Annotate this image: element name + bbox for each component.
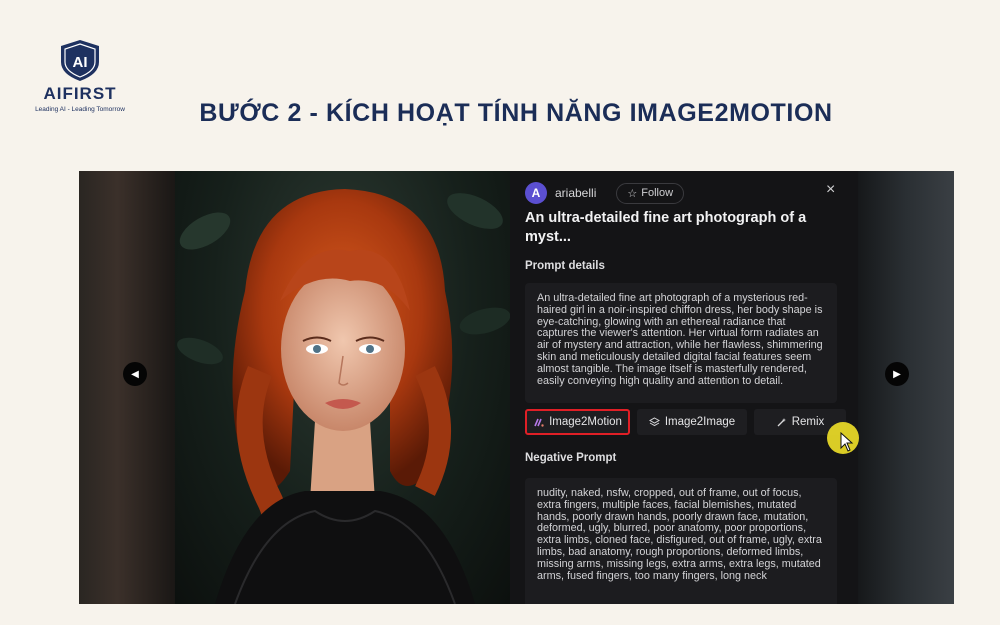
close-icon[interactable]: ×	[826, 181, 835, 199]
motion-icon	[534, 418, 544, 427]
prompt-title: An ultra-detailed fine art photograph of…	[525, 210, 807, 245]
remix-label: Remix	[791, 416, 825, 428]
author-row: A ariabelli ☆ Follow	[525, 182, 685, 204]
image2image-button[interactable]: Image2Image	[637, 409, 747, 435]
next-image-button[interactable]: ▶	[885, 362, 909, 386]
prompt-detail-sidebar: A ariabelli ☆ Follow × An ultra-detailed…	[510, 171, 859, 604]
prev-image-button[interactable]: ◀	[123, 362, 147, 386]
layers-icon	[648, 416, 660, 426]
star-icon: ☆	[627, 187, 638, 200]
image-viewer-panel: ◀ ▶ A ariabelli ☆ Follow × An ultra-deta…	[79, 171, 954, 604]
magic-wand-icon	[777, 417, 786, 426]
chevron-right-icon: ▶	[893, 368, 901, 380]
follow-label: Follow	[641, 187, 674, 199]
author-username[interactable]: ariabelli	[555, 186, 596, 200]
mouse-pointer-icon	[840, 432, 854, 452]
chevron-left-icon: ◀	[131, 368, 139, 380]
negative-prompt-label: Negative Prompt	[525, 452, 617, 464]
shield-logo-icon: AI	[61, 40, 99, 81]
prompt-details-label: Prompt details	[525, 260, 605, 272]
image2motion-label: Image2Motion	[549, 416, 622, 428]
background-blur-right	[858, 171, 954, 604]
image2image-label: Image2Image	[664, 416, 736, 428]
image2motion-button[interactable]: Image2Motion	[525, 409, 630, 435]
action-buttons: Image2Motion Image2Image Remix	[525, 409, 846, 435]
portrait-image	[175, 171, 510, 604]
prompt-details-text: An ultra-detailed fine art photograph of…	[525, 283, 837, 403]
background-blur-left	[79, 171, 175, 604]
portrait-illustration	[177, 189, 510, 604]
avatar[interactable]: A	[525, 182, 547, 204]
page-title: BƯỚC 2 - KÍCH HOẠT TÍNH NĂNG IMAGE2MOTIO…	[199, 99, 833, 127]
negative-prompt-text: nudity, naked, nsfw, cropped, out of fra…	[525, 478, 837, 604]
follow-button[interactable]: ☆ Follow	[616, 182, 685, 204]
logo-monogram: AI	[73, 54, 88, 71]
